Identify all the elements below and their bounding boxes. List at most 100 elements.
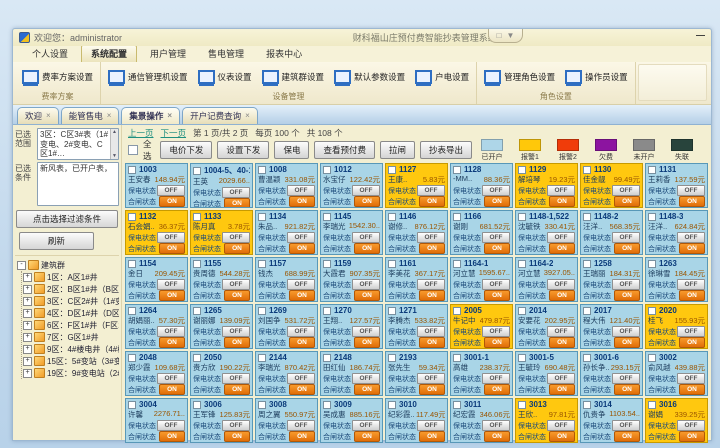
expand-icon[interactable]: + <box>23 297 32 306</box>
meter-card[interactable]: 2193张先生59.34元保电状态OFF合闸状态ON <box>385 351 448 396</box>
card-checkbox[interactable] <box>583 307 591 315</box>
meter-card[interactable]: 1132石会娟..36.37元保电状态OFF合闸状态ON <box>125 210 188 255</box>
meter-card[interactable]: 2048郑少霞109.68元保电状态OFF合闸状态ON <box>125 351 188 396</box>
meter-card[interactable]: 2005牛记中479.87元保电状态OFF合闸状态ON <box>450 304 513 349</box>
card-checkbox[interactable] <box>518 166 526 174</box>
minimize-button[interactable]: — <box>696 30 705 40</box>
card-checkbox[interactable] <box>648 401 656 409</box>
meter-card[interactable]: 1134朱品..921.82元保电状态OFF合闸状态ON <box>255 210 318 255</box>
card-checkbox[interactable] <box>453 213 461 221</box>
menu-item-2[interactable]: 系统配置 <box>81 45 137 62</box>
tree-item-5[interactable]: +6区：F区1#井（F区1#… <box>23 319 119 331</box>
tree-item-9[interactable]: +19区：9#变电站（2#… <box>23 367 119 379</box>
card-checkbox[interactable] <box>583 260 591 268</box>
card-checkbox[interactable] <box>518 354 526 362</box>
expand-icon[interactable]: + <box>23 333 32 342</box>
meter-card[interactable]: 3011纪宏霞346.06元保电状态OFF合闸状态ON <box>450 398 513 443</box>
meter-card[interactable]: 3010纪彩霞..117.49元保电状态OFF合闸状态ON <box>385 398 448 443</box>
ribbon-button[interactable]: 仪表设置 <box>194 64 256 90</box>
card-checkbox[interactable] <box>323 401 331 409</box>
expand-icon[interactable]: + <box>23 273 32 282</box>
card-checkbox[interactable] <box>193 307 201 315</box>
meter-card[interactable]: 1131王莉香137.59元保电状态OFF合闸状态ON <box>645 163 708 208</box>
meter-card[interactable]: 1265谢丽娜139.09元保电状态OFF合闸状态ON <box>190 304 253 349</box>
menu-item-1[interactable]: 个人设置 <box>23 46 77 62</box>
tree-item-2[interactable]: +2区：B区1#井（B区1#… <box>23 283 119 295</box>
meter-card[interactable]: 1130佳金靓99.49元保电状态OFF合闸状态ON <box>580 163 643 208</box>
card-checkbox[interactable] <box>583 401 591 409</box>
expand-icon[interactable]: + <box>23 285 32 294</box>
toolbar-button-1[interactable]: 电价下发 <box>160 141 212 159</box>
meter-card[interactable]: 2148田红仙186.74元保电状态OFF合闸状态ON <box>320 351 383 396</box>
meter-card[interactable]: 1148-1,522沈毓铁330.41元保电状态OFF合闸状态ON <box>515 210 578 255</box>
toolbar-button-5[interactable]: 拉闸 <box>380 141 415 159</box>
meter-card[interactable]: 1129解培琴19.23元保电状态OFF合闸状态ON <box>515 163 578 208</box>
meter-card[interactable]: 1271李腾杰533.82元保电状态OFF合闸状态ON <box>385 304 448 349</box>
meter-card[interactable]: 2144李瑞光870.42元保电状态OFF合闸状态ON <box>255 351 318 396</box>
card-checkbox[interactable] <box>583 213 591 221</box>
meter-card[interactable]: 1155贵周德544.28元保电状态OFF合闸状态ON <box>190 257 253 302</box>
card-checkbox[interactable] <box>388 166 396 174</box>
tree-item-6[interactable]: +7区：G区1#井 <box>23 331 119 343</box>
card-checkbox[interactable] <box>128 401 136 409</box>
tree-item-8[interactable]: +15区：5#变站（3#变… <box>23 355 119 367</box>
meter-card[interactable]: 3001-6孙长争..293.15元保电状态OFF合闸状态ON <box>580 351 643 396</box>
collapse-icon[interactable]: - <box>17 261 26 270</box>
card-checkbox[interactable] <box>128 213 136 221</box>
close-icon[interactable]: × <box>245 113 250 119</box>
refresh-button[interactable]: 刷新 <box>19 232 94 250</box>
scroll-down-icon[interactable]: ▼ <box>112 153 117 159</box>
close-icon[interactable]: × <box>46 113 51 119</box>
card-checkbox[interactable] <box>583 166 591 174</box>
card-checkbox[interactable] <box>388 354 396 362</box>
meter-card[interactable]: 1148-2汪洋..568.35元保电状态OFF合闸状态ON <box>580 210 643 255</box>
menu-item-3[interactable]: 用户管理 <box>141 46 195 62</box>
skin-selector[interactable]: □ ▼ <box>488 29 524 43</box>
meter-card[interactable]: 1154金日209.45元保电状态OFF合闸状态ON <box>125 257 188 302</box>
meter-card[interactable]: 1258王瑞丽184.31元保电状态OFF合闸状态ON <box>580 257 643 302</box>
meter-card[interactable]: 1127王康..5.83元保电状态OFF合闸状态ON <box>385 163 448 208</box>
meter-card[interactable]: 3001-1高雄238.37元保电状态OFF合闸状态ON <box>450 351 513 396</box>
tree-item-3[interactable]: +3区：C区2#井（1#变… <box>23 295 119 307</box>
ribbon-button[interactable]: 费率方案设置 <box>18 64 97 90</box>
expand-icon[interactable]: + <box>23 321 32 330</box>
meter-card[interactable]: 1161李美花367.17元保电状态OFF合闸状态ON <box>385 257 448 302</box>
card-checkbox[interactable] <box>258 213 266 221</box>
meter-card[interactable]: 3013王欣..97.81元保电状态OFF合闸状态ON <box>515 398 578 443</box>
ribbon-button[interactable]: 通信管理机设置 <box>104 64 192 90</box>
card-checkbox[interactable] <box>518 401 526 409</box>
card-checkbox[interactable] <box>323 354 331 362</box>
card-checkbox[interactable] <box>648 307 656 315</box>
meter-card[interactable]: 1012水宝仔122.42元保电状态OFF合闸状态ON <box>320 163 383 208</box>
meter-card[interactable]: 1148-3汪洋..624.84元保电状态OFF合闸状态ON <box>645 210 708 255</box>
close-icon[interactable]: × <box>107 113 112 119</box>
expand-icon[interactable]: + <box>23 369 32 378</box>
toolbar-button-6[interactable]: 抄表导出 <box>420 141 472 159</box>
card-checkbox[interactable] <box>388 401 396 409</box>
card-checkbox[interactable] <box>193 260 201 268</box>
card-checkbox[interactable] <box>128 260 136 268</box>
meter-card[interactable]: 1157钱杰688.99元保电状态OFF合闸状态ON <box>255 257 318 302</box>
tab-3[interactable]: 集景操作× <box>121 107 180 124</box>
ribbon-button[interactable]: 建筑群设置 <box>258 64 329 90</box>
meter-card[interactable]: 2014安要花202.95元保电状态OFF合闸状态ON <box>515 304 578 349</box>
ribbon-button[interactable]: 默认参数设置 <box>330 64 409 90</box>
meter-card[interactable]: 1164-2河立慧3927.05..保电状态OFF合闸状态ON <box>515 257 578 302</box>
ribbon-button[interactable]: 户电设置 <box>411 64 473 90</box>
card-checkbox[interactable] <box>128 354 136 362</box>
card-checkbox[interactable] <box>648 213 656 221</box>
tree-item-7[interactable]: +9区：4#楼电井（4#楼… <box>23 343 119 355</box>
meter-card[interactable]: 1264胡娟丽..57.30元保电状态OFF合闸状态ON <box>125 304 188 349</box>
card-checkbox[interactable] <box>323 307 331 315</box>
card-checkbox[interactable] <box>388 260 396 268</box>
meter-card[interactable]: 3014仇贵争1103.54..保电状态OFF合闸状态ON <box>580 398 643 443</box>
card-checkbox[interactable] <box>258 166 266 174</box>
toolbar-button-2[interactable]: 设置下发 <box>217 141 269 159</box>
menu-item-4[interactable]: 售电管理 <box>199 46 253 62</box>
card-checkbox[interactable] <box>388 213 396 221</box>
meter-card[interactable]: 1159大霞君907.35元保电状态OFF合闸状态ON <box>320 257 383 302</box>
card-checkbox[interactable] <box>648 166 656 174</box>
range-scrollbar[interactable]: ▲ ▼ <box>110 129 118 159</box>
expand-icon[interactable]: + <box>23 309 32 318</box>
selected-range-box[interactable]: 3区：C区3#表（1#变电、2#变电、C区1#… ▲ ▼ <box>37 128 119 160</box>
